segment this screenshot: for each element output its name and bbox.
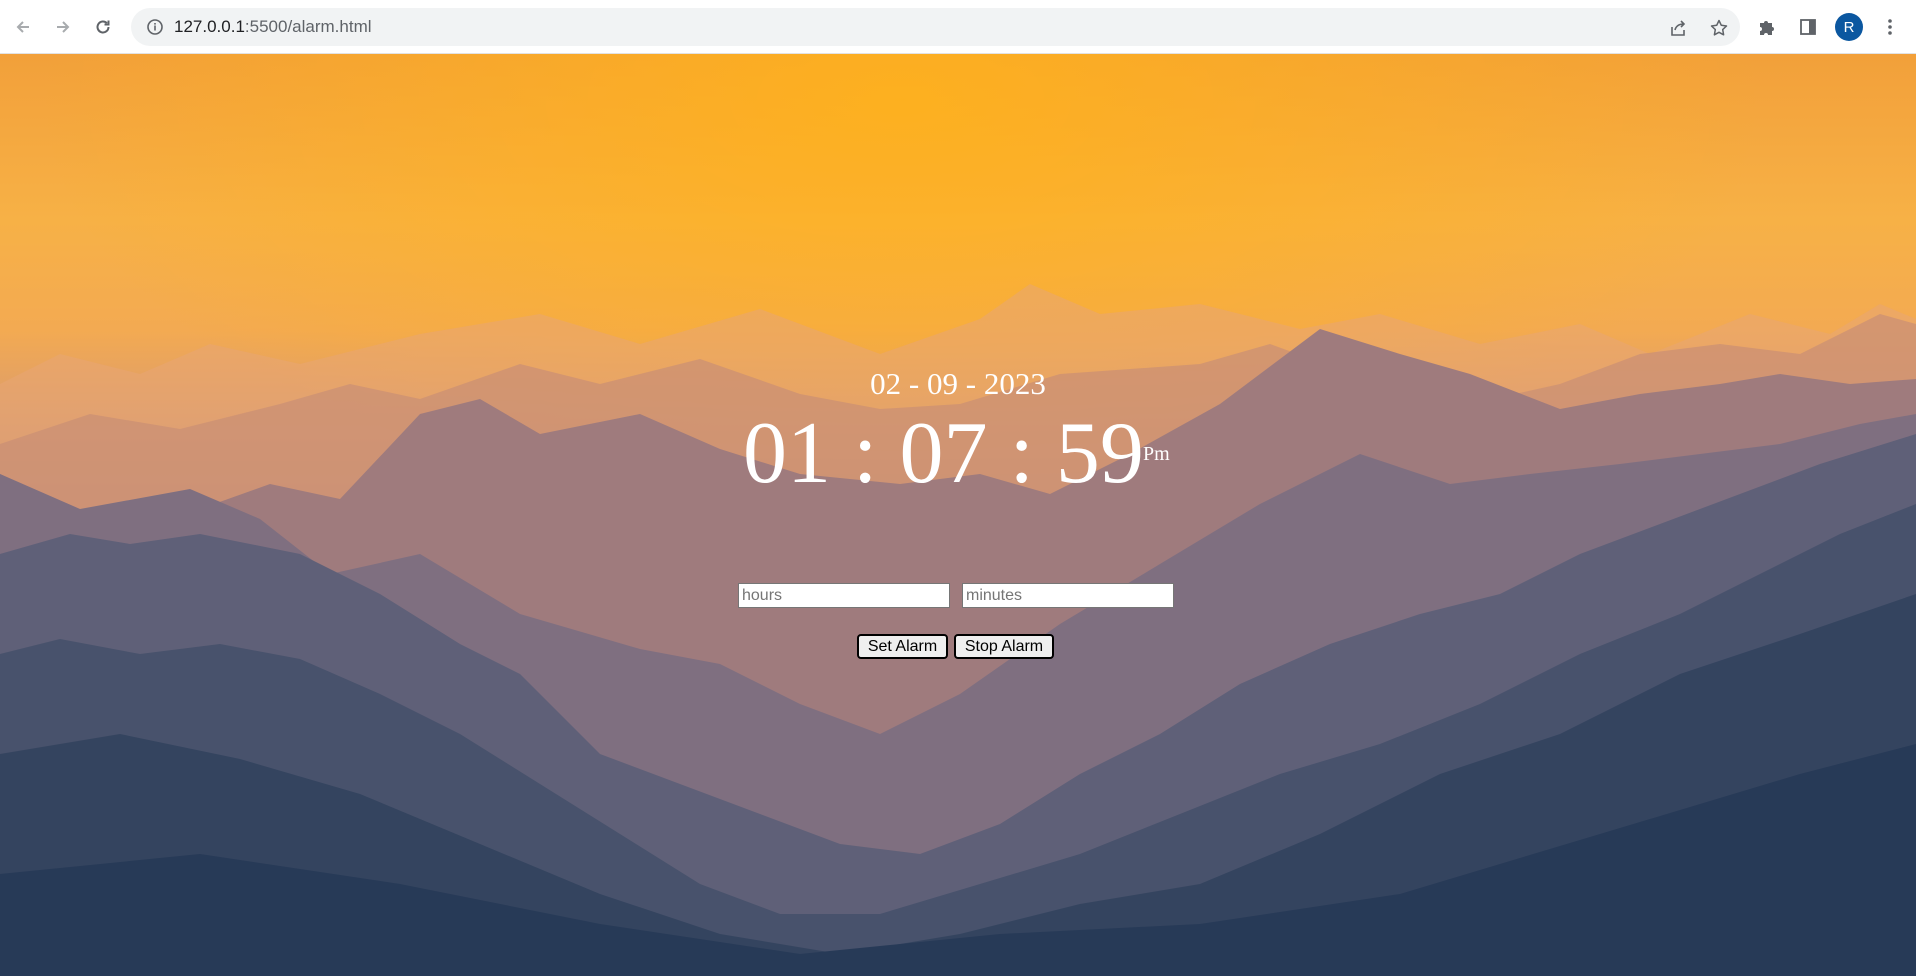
hours-input[interactable] [738, 583, 950, 608]
profile-avatar[interactable]: R [1835, 13, 1863, 41]
date-display: 02 - 09 - 2023 [870, 366, 1046, 401]
reload-button[interactable] [89, 13, 117, 41]
am-pm-indicator: Pm [1143, 443, 1170, 465]
star-icon [1710, 19, 1728, 36]
bookmark-button[interactable] [1708, 17, 1730, 39]
avatar-letter: R [1843, 18, 1855, 36]
share-button[interactable] [1667, 17, 1689, 39]
forward-button[interactable] [49, 13, 77, 41]
menu-button[interactable] [1877, 14, 1903, 40]
puzzle-icon [1760, 21, 1774, 35]
url-path: :5500/alarm.html [244, 17, 372, 36]
set-alarm-button[interactable]: Set Alarm [857, 634, 948, 659]
arrow-left-icon [16, 21, 29, 33]
back-button[interactable] [9, 13, 37, 41]
side-panel-icon [1800, 19, 1816, 35]
info-icon[interactable] [145, 17, 165, 37]
page-viewport: 02 - 09 - 2023 01 : 07 : 59 Pm Set Alarm… [0, 54, 1916, 976]
arrow-right-icon [57, 21, 70, 33]
extensions-button[interactable] [1754, 14, 1780, 40]
time-display: 01 : 07 : 59 [743, 405, 1144, 502]
browser-toolbar: 127.0.0.1:5500/alarm.html R [0, 0, 1916, 54]
stop-alarm-button[interactable]: Stop Alarm [954, 634, 1054, 659]
side-panel-button[interactable] [1795, 14, 1821, 40]
minutes-input[interactable] [962, 583, 1174, 608]
url-host: 127.0.0.1 [174, 17, 245, 36]
clock-container: 02 - 09 - 2023 01 : 07 : 59 Pm Set Alarm… [0, 54, 1916, 976]
reload-icon [96, 20, 110, 34]
share-icon [1671, 20, 1686, 36]
kebab-menu-icon [1888, 19, 1892, 35]
url-text[interactable]: 127.0.0.1:5500/alarm.html [174, 17, 372, 37]
address-bar[interactable]: 127.0.0.1:5500/alarm.html [131, 8, 1740, 46]
